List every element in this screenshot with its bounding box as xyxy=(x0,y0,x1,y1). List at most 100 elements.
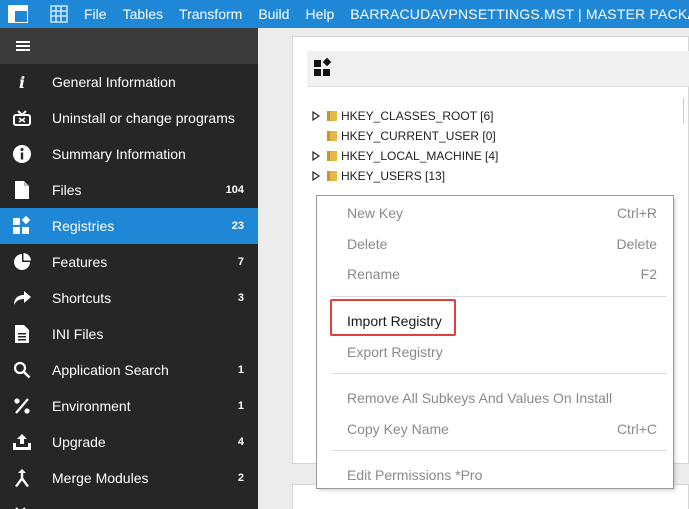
menu-transform[interactable]: Transform xyxy=(171,0,250,28)
sidebar-item-uninstall[interactable]: Uninstall or change programs xyxy=(0,100,258,136)
file-icon xyxy=(10,178,34,202)
menu-build[interactable]: Build xyxy=(250,0,297,28)
sidebar-item-merge-modules[interactable]: Merge Modules 2 xyxy=(0,460,258,496)
menu-item-new-key[interactable]: New Key Ctrl+R xyxy=(317,202,673,224)
upgrade-icon xyxy=(10,430,34,454)
tools-icon xyxy=(10,502,34,509)
tree-node[interactable]: HKEY_CURRENT_USER [0] xyxy=(312,126,498,146)
menu-separator xyxy=(331,450,667,451)
folder-icon xyxy=(327,151,337,161)
sidebar-item-shortcuts[interactable]: Shortcuts 3 xyxy=(0,280,258,316)
expand-arrow-icon[interactable] xyxy=(312,151,324,161)
menu-separator xyxy=(331,373,667,374)
sidebar-item-environment[interactable]: Environment 1 xyxy=(0,388,258,424)
search-icon xyxy=(10,358,34,382)
sidebar-item-count: 104 xyxy=(225,184,244,196)
window-title: BARRACUDAVPNSETTINGS.MST | MASTER PACKAG xyxy=(350,6,689,22)
info-icon: i xyxy=(10,70,34,94)
menu-item-shortcut: Ctrl+C xyxy=(616,421,657,437)
menu-item-label: Export Registry xyxy=(347,344,443,360)
tree-node-label: HKEY_CURRENT_USER [0] xyxy=(341,129,496,143)
sidebar-item-label: General Information xyxy=(52,74,176,90)
menu-item-rename[interactable]: Rename F2 xyxy=(317,263,673,285)
sidebar-item-general-information[interactable]: i General Information xyxy=(0,64,258,100)
expand-arrow-icon[interactable] xyxy=(312,171,324,181)
sidebar-item-application-search[interactable]: Application Search 1 xyxy=(0,352,258,388)
menu-item-shortcut: Delete xyxy=(616,236,657,252)
menu-item-label: Delete xyxy=(347,236,388,252)
values-column-edge xyxy=(683,98,689,124)
menu-item-edit-permissions[interactable]: Edit Permissions *Pro xyxy=(317,464,673,486)
menu-item-delete[interactable]: Delete Delete xyxy=(317,233,673,255)
summary-info-icon xyxy=(10,142,34,166)
import-registry-highlight xyxy=(330,299,456,336)
title-bar: File Tables Transform Build Help BARRACU… xyxy=(0,0,689,28)
sidebar-item-label: Environment xyxy=(52,398,131,414)
sidebar-item-label: Shortcuts xyxy=(52,290,112,306)
tree-node[interactable]: HKEY_USERS [13] xyxy=(312,166,498,186)
folder-icon xyxy=(327,131,337,141)
menu-item-export-registry[interactable]: Export Registry xyxy=(317,341,673,363)
sidebar-item-upgrade[interactable]: Upgrade 4 xyxy=(0,424,258,460)
tree-node-label: HKEY_LOCAL_MACHINE [4] xyxy=(341,149,499,163)
registry-toolbar-icon[interactable] xyxy=(313,57,333,81)
menu-item-label: Edit Permissions *Pro xyxy=(347,467,483,483)
sidebar-item-count: 2 xyxy=(237,472,244,484)
shortcut-icon xyxy=(10,286,34,310)
registry-tree: HKEY_CLASSES_ROOT [6] HKEY_CURRENT_USER … xyxy=(312,106,498,186)
registry-toolbar xyxy=(307,51,689,87)
tree-node[interactable]: HKEY_CLASSES_ROOT [6] xyxy=(312,106,498,126)
percent-icon xyxy=(10,394,34,418)
tree-node-label: HKEY_USERS [13] xyxy=(341,169,446,183)
menu-item-copy-key-name[interactable]: Copy Key Name Ctrl+C xyxy=(317,418,673,440)
sidebar-item-partial[interactable] xyxy=(0,496,258,509)
sidebar-item-label: Upgrade xyxy=(52,434,106,450)
menu-tables[interactable]: Tables xyxy=(115,0,171,28)
menu-item-label: Rename xyxy=(347,266,400,282)
sidebar-item-count: 1 xyxy=(237,364,244,376)
registry-icon xyxy=(10,214,34,238)
sidebar-item-count: 4 xyxy=(237,436,244,448)
ini-file-icon xyxy=(10,322,34,346)
tree-node[interactable]: HKEY_LOCAL_MACHINE [4] xyxy=(312,146,498,166)
menu-item-shortcut: F2 xyxy=(640,266,657,282)
sidebar-item-files[interactable]: Files 104 xyxy=(0,172,258,208)
sidebar-item-summary-information[interactable]: Summary Information xyxy=(0,136,258,172)
menu-help[interactable]: Help xyxy=(297,0,342,28)
sidebar-item-count: 23 xyxy=(231,220,244,232)
sidebar-item-label: Summary Information xyxy=(52,146,186,162)
sidebar-item-ini-files[interactable]: INI Files xyxy=(0,316,258,352)
menu-file[interactable]: File xyxy=(76,0,115,28)
tree-node-label: HKEY_CLASSES_ROOT [6] xyxy=(341,109,494,123)
sidebar-item-registries[interactable]: Registries 23 xyxy=(0,208,258,244)
folder-icon xyxy=(327,171,337,181)
expand-arrow-icon[interactable] xyxy=(312,111,324,121)
menu-item-label: Copy Key Name xyxy=(347,421,449,437)
sidebar-item-label: Merge Modules xyxy=(52,470,149,486)
sidebar-item-count: 1 xyxy=(237,400,244,412)
svg-text:i: i xyxy=(19,73,25,91)
features-icon xyxy=(10,250,34,274)
sidebar-item-count: 3 xyxy=(237,292,244,304)
sidebar-item-label: Application Search xyxy=(52,362,169,378)
sidebar-item-label: Files xyxy=(52,182,82,198)
hamburger-menu-button[interactable] xyxy=(0,28,258,64)
sidebar-item-features[interactable]: Features 7 xyxy=(0,244,258,280)
context-menu: New Key Ctrl+R Delete Delete Rename F2 I… xyxy=(316,195,674,489)
sidebar-item-label: Uninstall or change programs xyxy=(52,110,235,126)
menu-item-shortcut: Ctrl+R xyxy=(616,205,657,221)
sidebar-item-label: INI Files xyxy=(52,326,104,342)
menu-item-label: New Key xyxy=(347,205,404,221)
sidebar-item-label: Features xyxy=(52,254,108,270)
sidebar-item-label: Registries xyxy=(52,218,115,234)
menu-item-remove-all-subkeys[interactable]: Remove All Subkeys And Values On Install xyxy=(317,387,673,409)
merge-icon xyxy=(10,466,34,490)
folder-icon xyxy=(327,111,337,121)
table-view-icon[interactable] xyxy=(50,4,68,24)
menu-separator xyxy=(331,296,667,297)
uninstall-icon xyxy=(10,106,34,130)
app-logo-icon xyxy=(8,3,28,25)
sidebar-item-count: 7 xyxy=(237,256,244,268)
menu-item-label: Remove All Subkeys And Values On Install xyxy=(347,390,613,406)
sidebar: i General Information Uninstall or chang… xyxy=(0,28,258,509)
